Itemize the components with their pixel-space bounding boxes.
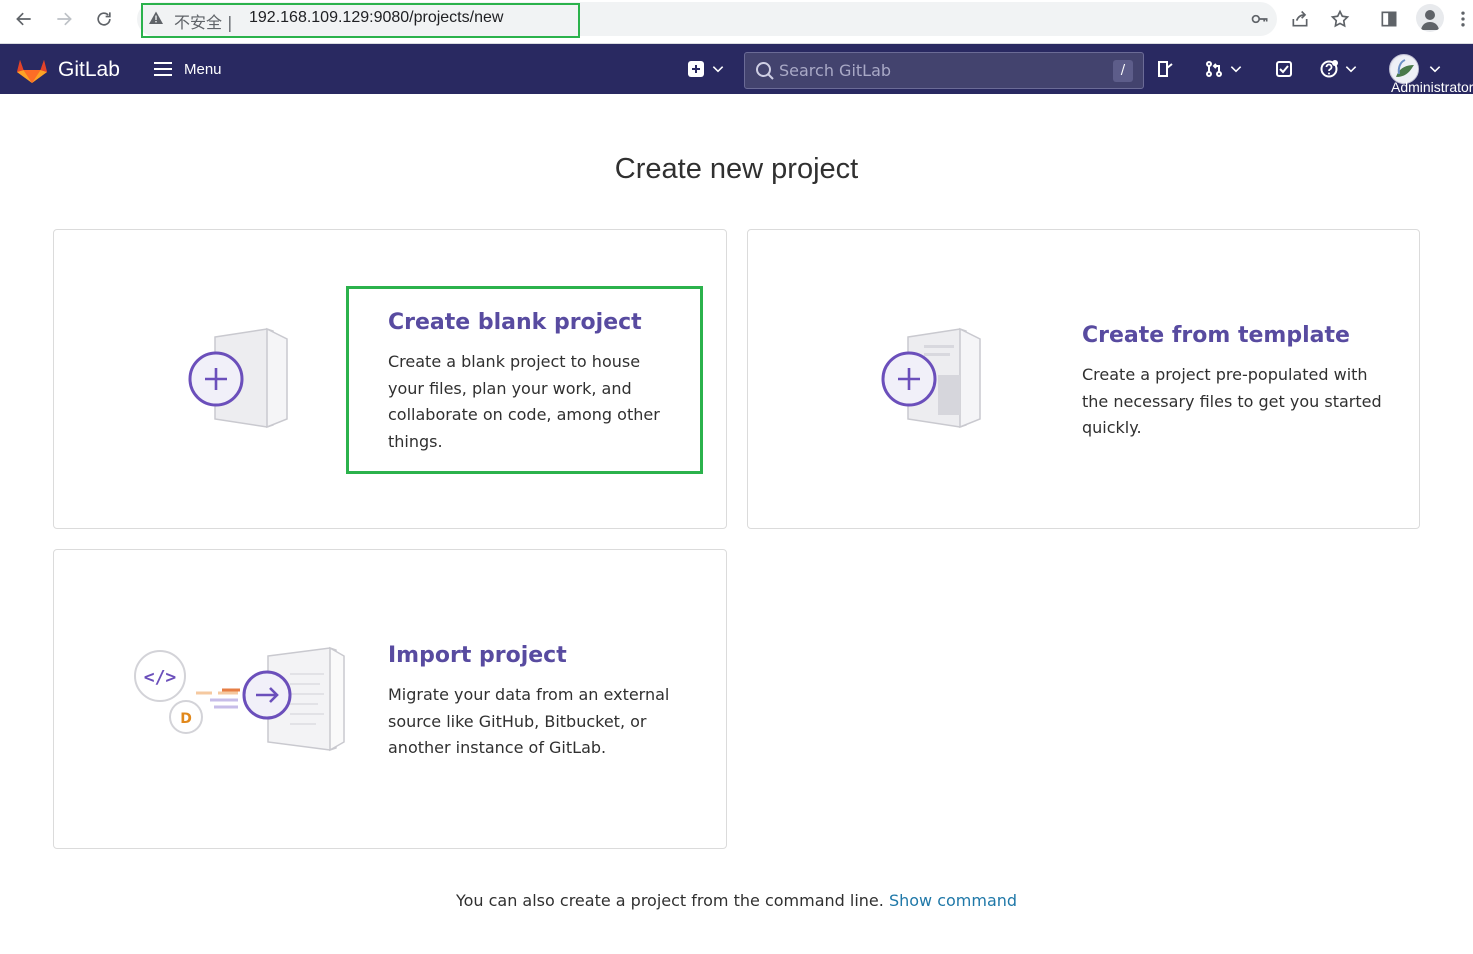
profile-icon[interactable]	[1416, 4, 1444, 32]
back-icon[interactable]	[11, 6, 37, 32]
menu-label: Menu	[184, 60, 222, 78]
template-illustration-icon	[878, 325, 988, 431]
show-command-link[interactable]: Show command	[889, 891, 1017, 910]
gitlab-top-bar: GitLab Menu Search GitLab / Administrato…	[0, 44, 1473, 95]
issues-icon[interactable]	[1156, 57, 1174, 81]
forward-icon[interactable]	[51, 6, 77, 32]
merge-requests-dropdown[interactable]	[1205, 57, 1243, 81]
create-from-template-title[interactable]: Create from template	[1082, 323, 1350, 348]
chevron-down-icon	[1345, 66, 1357, 73]
chevron-down-icon	[1230, 66, 1242, 73]
import-project-illustration-icon: </> D	[130, 644, 350, 756]
gitlab-brand[interactable]: GitLab	[58, 58, 120, 82]
plus-square-icon	[688, 61, 704, 77]
merge-request-icon	[1206, 61, 1222, 77]
svg-text:D: D	[180, 711, 192, 727]
search-placeholder: Search GitLab	[779, 61, 892, 80]
help-dropdown[interactable]	[1320, 57, 1358, 81]
svg-text:</>: </>	[144, 667, 177, 688]
reload-icon[interactable]	[91, 6, 117, 32]
chevron-down-icon	[712, 66, 724, 73]
search-input[interactable]: Search GitLab /	[744, 52, 1144, 89]
key-icon[interactable]	[1248, 7, 1272, 31]
user-menu-chevron-icon[interactable]	[1428, 57, 1442, 81]
blank-project-illustration-icon	[185, 325, 295, 431]
menu-button[interactable]: Menu	[152, 56, 222, 82]
side-panel-icon[interactable]	[1377, 7, 1401, 31]
import-project-description: Migrate your data from an external sourc…	[388, 685, 670, 757]
bookmark-star-icon[interactable]	[1328, 7, 1352, 31]
new-item-dropdown[interactable]	[687, 57, 725, 81]
command-line-text: You can also create a project from the c…	[455, 891, 884, 910]
share-icon[interactable]	[1288, 7, 1312, 31]
command-line-hint: You can also create a project from the c…	[0, 891, 1473, 910]
help-icon	[1320, 60, 1338, 78]
browser-toolbar: 不安全 | 192.168.109.129:9080/projects/new	[0, 0, 1473, 44]
url-highlight-box	[141, 3, 580, 38]
page-title: Create new project	[614, 153, 859, 185]
search-icon	[755, 61, 775, 81]
user-name-label: Administrator	[1391, 79, 1473, 95]
import-project-title[interactable]: Import project	[388, 643, 567, 668]
search-shortcut-key: /	[1113, 60, 1133, 82]
browser-menu-icon[interactable]	[1456, 7, 1470, 31]
blank-project-highlight-box	[346, 286, 703, 474]
hamburger-icon	[154, 62, 172, 76]
gitlab-logo-icon[interactable]	[16, 54, 48, 84]
todos-icon[interactable]	[1275, 57, 1293, 81]
create-from-template-description: Create a project pre-populated with the …	[1082, 365, 1382, 437]
